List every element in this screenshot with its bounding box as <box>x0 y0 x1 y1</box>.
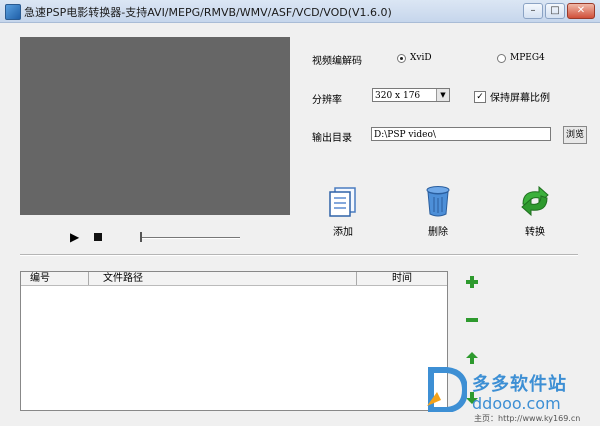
delete-button-label: 删除 <box>428 227 448 238</box>
watermark-brand: 多多软件站 <box>472 374 567 395</box>
radio-mpeg4[interactable]: MPEG4 <box>497 53 545 63</box>
codec-label: 视频编解码 <box>312 56 362 67</box>
list-header: 编号 文件路径 时间 <box>21 272 447 286</box>
title-bar: 急速PSP电影转换器-支持AVI/MEPG/RMVB/WMV/ASF/VCD/V… <box>0 0 600 23</box>
watermark-domain: ddooo.com <box>472 394 561 413</box>
stop-button[interactable] <box>94 233 102 241</box>
separator <box>20 254 578 256</box>
keep-ratio-checkbox[interactable]: ✓ 保持屏幕比例 <box>474 89 550 104</box>
file-list[interactable]: 编号 文件路径 时间 <box>20 271 448 411</box>
convert-button[interactable]: 转换 <box>510 184 560 238</box>
arrow-up-icon[interactable] <box>466 352 478 364</box>
convert-arrows-icon <box>521 185 549 217</box>
resolution-label: 分辨率 <box>312 95 342 106</box>
brand-logo-icon <box>427 367 467 412</box>
delete-button[interactable]: 删除 <box>413 184 463 238</box>
browse-button[interactable]: 浏览 <box>563 126 587 144</box>
radio-mpeg4-dot[interactable] <box>497 53 506 63</box>
minus-icon[interactable] <box>466 314 478 326</box>
homepage-text: 主页：http://www.ky169.cn <box>474 414 581 423</box>
app-icon <box>5 4 21 20</box>
resolution-select[interactable]: 320 x 176 ▼ <box>372 88 450 102</box>
radio-mpeg4-label: MPEG4 <box>510 53 545 63</box>
close-button[interactable]: ✕ <box>567 3 595 19</box>
radio-xvid-dot[interactable] <box>397 53 406 63</box>
video-preview <box>20 37 290 215</box>
radio-xvid[interactable]: XviD <box>397 53 432 63</box>
chevron-down-icon[interactable]: ▼ <box>436 89 449 101</box>
col-time[interactable]: 时间 <box>357 272 447 285</box>
keep-ratio-label: 保持屏幕比例 <box>490 93 550 104</box>
checkbox-box[interactable]: ✓ <box>474 90 486 103</box>
add-file-icon <box>329 187 356 217</box>
col-path[interactable]: 文件路径 <box>89 272 357 285</box>
window-title: 急速PSP电影转换器-支持AVI/MEPG/RMVB/WMV/ASF/VCD/V… <box>24 6 392 19</box>
radio-xvid-label: XviD <box>410 53 432 63</box>
minimize-button[interactable]: – <box>523 3 543 19</box>
convert-button-label: 转换 <box>525 227 545 238</box>
play-button[interactable]: ▶ <box>70 230 79 244</box>
maximize-button[interactable]: □ <box>545 3 565 19</box>
add-button[interactable]: 添加 <box>318 184 368 238</box>
add-button-label: 添加 <box>333 227 353 238</box>
output-dir-input[interactable]: D:\PSP video\ <box>371 127 551 141</box>
seek-track[interactable] <box>140 237 240 239</box>
col-number[interactable]: 编号 <box>21 272 89 285</box>
seek-handle[interactable] <box>140 232 142 242</box>
resolution-value: 320 x 176 <box>375 91 421 101</box>
plus-icon[interactable] <box>466 276 478 288</box>
trash-icon <box>426 186 450 217</box>
output-label: 输出目录 <box>312 133 352 144</box>
